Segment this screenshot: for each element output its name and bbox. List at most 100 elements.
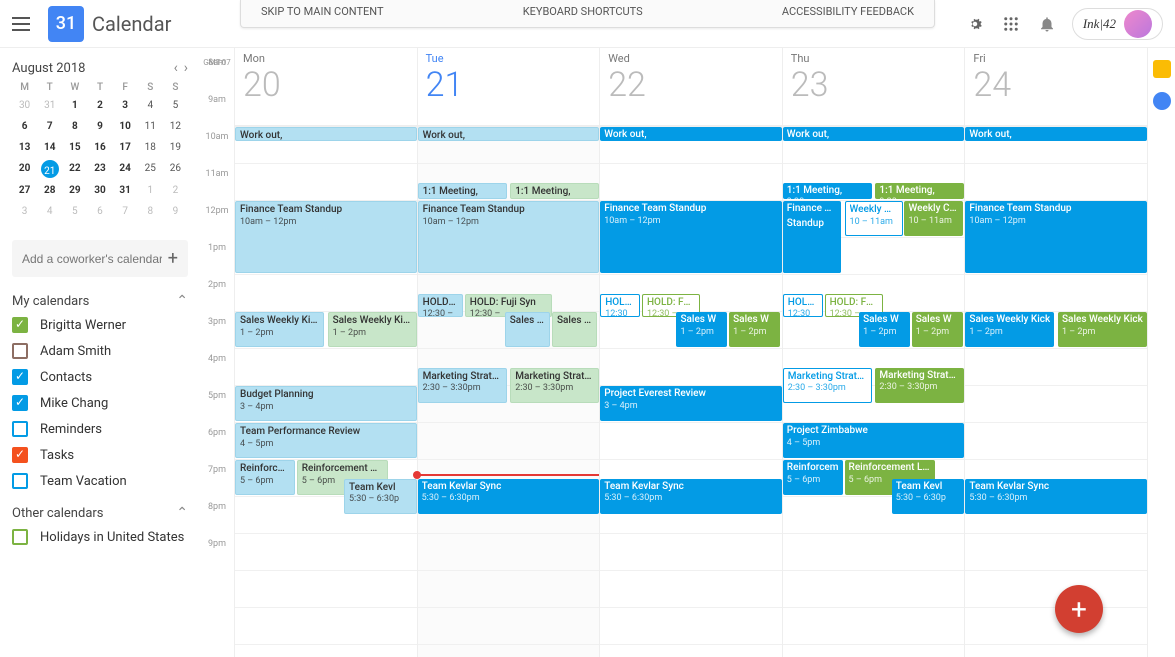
minicalendar-day[interactable]: 19 (163, 139, 188, 156)
minicalendar-day[interactable]: 31 (113, 182, 138, 199)
day-column[interactable]: Work out,8am Finance Team Standup10am – 1… (599, 126, 782, 657)
calendar-event[interactable]: Work out,8am (235, 127, 417, 141)
minicalendar-day[interactable]: 1 (138, 182, 163, 199)
calendar-event[interactable]: Reinforcem5 – 6pm (235, 460, 295, 495)
calendar-event[interactable]: 1:1 Meeting,9:30 (510, 183, 599, 200)
day-header[interactable]: Fri24 (964, 48, 1147, 125)
minicalendar-day[interactable]: 12 (163, 118, 188, 135)
day-column[interactable]: Work out,8am Finance Team Standup10am – 1… (964, 126, 1147, 657)
calendar-event[interactable]: Reinforcem5 – 6pm (783, 460, 843, 495)
minicalendar-day[interactable]: 6 (87, 203, 112, 220)
calendar-event[interactable]: Finance Team Standup10am – 12pm (600, 201, 782, 273)
minicalendar-day[interactable]: 24 (113, 160, 138, 178)
minicalendar-day[interactable]: 6 (12, 118, 37, 135)
minicalendar-day[interactable]: 30 (87, 182, 112, 199)
notifications-icon[interactable] (1036, 13, 1058, 35)
avatar[interactable] (1124, 10, 1152, 38)
calendar-event[interactable]: Finance Team Standup10am – 12pm (965, 201, 1147, 273)
calendar-list-item[interactable]: Team Vacation (12, 473, 188, 489)
minicalendar-day[interactable]: 15 (62, 139, 87, 156)
calendar-list-item[interactable]: Tasks (12, 447, 188, 463)
calendar-event[interactable]: Team Kevlar Sync5:30 – 6:30pm (965, 479, 1147, 514)
calendar-event[interactable]: Work out,8am (418, 127, 600, 141)
minicalendar-day[interactable]: 4 (138, 97, 163, 114)
minicalendar-day[interactable]: 20 (12, 160, 37, 178)
minicalendar-day[interactable]: 22 (62, 160, 87, 178)
settings-icon[interactable] (964, 13, 986, 35)
day-header[interactable]: Wed22 (599, 48, 782, 125)
minicalendar-day[interactable]: 2 (163, 182, 188, 199)
calendar-event[interactable]: 1:1 Meeting,9:30a (418, 183, 507, 200)
minicalendar[interactable]: MTWTFSS303112345678910111213141516171819… (12, 82, 188, 220)
calendar-event[interactable]: Marketing Strategy2:30 – 3:30pm (783, 368, 872, 403)
minicalendar-day[interactable]: 3 (113, 97, 138, 114)
calendar-event[interactable]: Sales W (552, 312, 597, 347)
minicalendar-day[interactable]: 26 (163, 160, 188, 178)
calendar-list-item[interactable]: Mike Chang (12, 395, 188, 411)
day-header[interactable]: Tue21 (417, 48, 600, 125)
calendar-list-item[interactable]: Reminders (12, 421, 188, 437)
minicalendar-day[interactable]: 3 (12, 203, 37, 220)
calendar-event[interactable]: Team Kevlar Sync5:30 – 6:30pm (600, 479, 782, 514)
calendar-checkbox[interactable] (12, 395, 28, 411)
minicalendar-prev-icon[interactable]: ‹ (174, 60, 178, 76)
day-column[interactable]: Work out,8am Finance Team Standup10am – 1… (234, 126, 417, 657)
calendar-event[interactable]: Finance Team Standup10am – 12pm (418, 201, 600, 273)
day-column[interactable]: Work out,8am 1:1 Meeting,9:30a1:1 Meeting… (417, 126, 600, 657)
minicalendar-day[interactable]: 9 (87, 118, 112, 135)
calendar-event[interactable]: Finance Team Standup10am – 12pm (235, 201, 417, 273)
day-header[interactable]: Thu23 (782, 48, 965, 125)
calendar-event[interactable]: Project Everest Review3 – 4pm (600, 386, 782, 421)
calendar-event[interactable]: Budget Planning3 – 4pm (235, 386, 417, 421)
calendar-event[interactable]: 1:1 Meeting,9:30a (783, 183, 872, 200)
calendar-event[interactable]: Marketing Strategy2:30 – 3:30pm (418, 368, 507, 403)
calendar-event[interactable]: Work out,8am (783, 127, 965, 141)
minicalendar-day[interactable]: 28 (37, 182, 62, 199)
skip-to-main-link[interactable]: SKIP TO MAIN CONTENT (261, 5, 384, 18)
minicalendar-day[interactable]: 14 (37, 139, 62, 156)
create-event-button[interactable]: + (1055, 585, 1103, 633)
minicalendar-day[interactable]: 31 (37, 97, 62, 114)
minicalendar-day[interactable]: 13 (12, 139, 37, 156)
calendar-event[interactable]: Work out,8am (600, 127, 782, 141)
calendar-list-item[interactable]: Adam Smith (12, 343, 188, 359)
calendar-event[interactable]: Marketing Strategy2:30 – 3:30pm (510, 368, 599, 403)
minicalendar-day[interactable]: 21 (41, 160, 59, 178)
minicalendar-next-icon[interactable]: › (184, 60, 188, 76)
minicalendar-day[interactable]: 27 (12, 182, 37, 199)
calendar-event[interactable]: Team Kevl5:30 – 6:30p (344, 479, 417, 514)
minicalendar-day[interactable]: 11 (138, 118, 163, 135)
minicalendar-day[interactable]: 29 (62, 182, 87, 199)
minicalendar-day[interactable]: 2 (87, 97, 112, 114)
calendar-event[interactable]: Weekly Che10 – 11am (904, 201, 962, 236)
minicalendar-day[interactable]: 30 (12, 97, 37, 114)
minicalendar-day[interactable]: 4 (37, 203, 62, 220)
calendar-event[interactable]: Standup (783, 216, 841, 273)
calendar-event[interactable]: Sales Weekly Kick1 – 2pm (1058, 312, 1147, 347)
minicalendar-day[interactable]: 8 (138, 203, 163, 220)
minicalendar-day[interactable]: 5 (62, 203, 87, 220)
calendar-checkbox[interactable] (12, 473, 28, 489)
calendar-event[interactable]: HOLD: F12:30 – (418, 294, 463, 318)
minicalendar-day[interactable]: 8 (62, 118, 87, 135)
calendar-checkbox[interactable] (12, 343, 28, 359)
calendar-list-item[interactable]: Contacts (12, 369, 188, 385)
calendar-event[interactable]: 1:1 Meeting,9:30 (875, 183, 964, 200)
add-coworker-plus-icon[interactable]: + (168, 248, 178, 269)
apps-icon[interactable] (1000, 13, 1022, 35)
calendar-list-item[interactable]: Brigitta Werner (12, 317, 188, 333)
calendar-event[interactable]: Team Performance Review4 – 5pm (235, 423, 417, 458)
minicalendar-day[interactable]: 10 (113, 118, 138, 135)
calendar-checkbox[interactable] (12, 447, 28, 463)
calendar-event[interactable]: Team Kevlar Sync5:30 – 6:30pm (418, 479, 600, 514)
calendar-event[interactable]: Sales Weekly Kick1 – 2pm (328, 312, 417, 347)
other-calendars-toggle-icon[interactable]: ⌃ (176, 505, 188, 521)
minicalendar-day[interactable]: 7 (37, 118, 62, 135)
calendar-event[interactable]: Project Zimbabwe4 – 5pm (783, 423, 965, 458)
calendar-event[interactable]: Work out,8am (965, 127, 1147, 141)
tasks-icon[interactable] (1153, 92, 1171, 110)
calendar-checkbox[interactable] (12, 529, 28, 545)
day-header[interactable]: Mon20 (234, 48, 417, 125)
minicalendar-day[interactable]: 9 (163, 203, 188, 220)
calendar-checkbox[interactable] (12, 317, 28, 333)
